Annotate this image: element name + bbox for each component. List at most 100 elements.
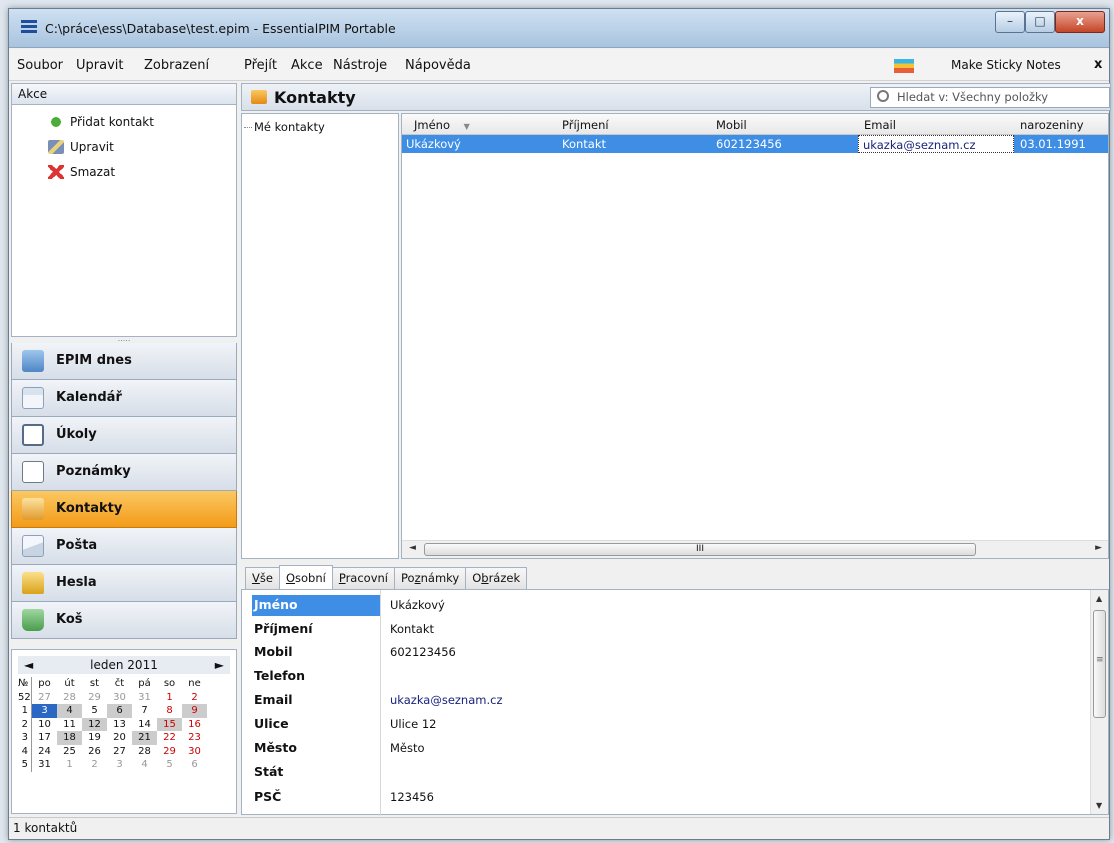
column-header-email[interactable]: Email: [864, 118, 896, 132]
calendar-day[interactable]: 12: [82, 717, 107, 731]
calendar-day[interactable]: 13: [107, 718, 132, 732]
scroll-up-icon[interactable]: ▲: [1096, 594, 1102, 603]
calendar-day[interactable]: 7: [132, 704, 157, 718]
calendar-day[interactable]: 18: [57, 731, 82, 745]
detail-label-telefon[interactable]: Telefon: [252, 666, 380, 687]
calendar-day[interactable]: 14: [132, 718, 157, 732]
calendar-day[interactable]: 25: [57, 745, 82, 759]
calendar-month-year[interactable]: leden 2011: [90, 658, 158, 672]
calendar-day[interactable]: 24: [32, 745, 57, 759]
calendar-day[interactable]: 26: [82, 745, 107, 759]
calendar-day[interactable]: 30: [182, 745, 207, 759]
title-bar[interactable]: C:\práce\ess\Database\test.epim - Essent…: [9, 9, 1109, 48]
horizontal-scrollbar[interactable]: ◄ III ►: [402, 540, 1108, 558]
detail-label-email[interactable]: Email: [252, 690, 380, 711]
detail-value-jmeno[interactable]: Ukázkový: [390, 595, 445, 615]
calendar-day[interactable]: 2: [82, 758, 107, 772]
calendar-day[interactable]: 1: [157, 691, 182, 705]
make-sticky-notes-button[interactable]: Make Sticky Notes: [951, 58, 1061, 72]
detail-label-ulice[interactable]: Ulice: [252, 714, 380, 735]
vertical-scroll-thumb[interactable]: ≡: [1093, 610, 1106, 718]
calendar-day[interactable]: 22: [157, 731, 182, 745]
detail-value-email[interactable]: ukazka@seznam.cz: [390, 690, 503, 710]
menu-prejit[interactable]: Přejít: [244, 58, 277, 73]
calendar-day[interactable]: 6: [107, 704, 132, 718]
calendar-day[interactable]: 29: [82, 691, 107, 705]
detail-label-mesto[interactable]: Město: [252, 738, 380, 759]
calendar-day[interactable]: 10: [32, 718, 57, 732]
calendar-day[interactable]: 23: [182, 731, 207, 745]
nav-hesla[interactable]: Hesla: [11, 565, 237, 602]
horizontal-scroll-thumb[interactable]: III: [424, 543, 976, 556]
calendar-day[interactable]: 28: [132, 745, 157, 759]
calendar-day[interactable]: 8: [157, 704, 182, 718]
calendar-day[interactable]: 17: [32, 731, 57, 745]
column-header-jmeno[interactable]: Jméno ▼: [414, 118, 470, 132]
menu-nastroje[interactable]: Nástroje: [333, 58, 387, 73]
tree-item-my-contacts[interactable]: Mé kontakty: [244, 120, 325, 134]
tab-pracovni[interactable]: Pracovní: [331, 567, 395, 589]
calendar-day[interactable]: 27: [32, 691, 57, 705]
detail-label-psc[interactable]: PSČ: [252, 787, 380, 808]
menu-zobrazeni[interactable]: Zobrazení: [144, 58, 209, 73]
nav-poznamky[interactable]: Poznámky: [11, 454, 237, 491]
add-contact-action[interactable]: Přidat kontakt: [12, 109, 236, 134]
calendar-day-selected[interactable]: 3: [32, 704, 57, 718]
calendar-day[interactable]: 27: [107, 745, 132, 759]
prev-month-button[interactable]: ◄: [24, 658, 33, 672]
calendar-day[interactable]: 4: [57, 704, 82, 718]
tab-vse[interactable]: Vše: [245, 567, 280, 589]
calendar-day[interactable]: 4: [132, 758, 157, 772]
column-header-narozeniny[interactable]: narozeniny: [1020, 118, 1084, 132]
detail-value-mesto[interactable]: Město: [390, 738, 425, 758]
sticky-notes-icon[interactable]: [894, 59, 914, 73]
nav-epim-dnes[interactable]: EPIM dnes: [11, 343, 237, 380]
calendar-day[interactable]: 30: [107, 691, 132, 705]
column-header-prijmeni[interactable]: Příjmení: [562, 118, 609, 132]
delete-action[interactable]: Smazat: [12, 159, 236, 184]
calendar-day[interactable]: 15: [157, 717, 182, 731]
next-month-button[interactable]: ►: [215, 658, 224, 672]
menu-akce[interactable]: Akce: [291, 58, 323, 73]
edit-action[interactable]: Upravit: [12, 134, 236, 159]
search-input[interactable]: Hledat v: Všechny položky: [870, 87, 1110, 108]
scroll-down-icon[interactable]: ▼: [1096, 801, 1102, 810]
detail-label-jmeno[interactable]: Jméno: [252, 595, 380, 616]
detail-label-mobil[interactable]: Mobil: [252, 642, 380, 663]
app-menu-icon[interactable]: [21, 20, 37, 34]
column-header-mobil[interactable]: Mobil: [716, 118, 747, 132]
tab-obrazek[interactable]: Obrázek: [465, 567, 528, 589]
close-button[interactable]: x: [1055, 11, 1105, 33]
minimize-button[interactable]: –: [995, 11, 1025, 33]
calendar-day[interactable]: 28: [57, 691, 82, 705]
calendar-day[interactable]: 11: [57, 718, 82, 732]
tab-poznamky[interactable]: Poznámky: [394, 567, 467, 589]
calendar-day[interactable]: 9: [182, 704, 207, 718]
menu-close-button[interactable]: x: [1094, 57, 1102, 72]
detail-value-mobil[interactable]: 602123456: [390, 642, 456, 662]
scroll-left-icon[interactable]: ◄: [409, 543, 416, 553]
calendar-day[interactable]: 21: [132, 731, 157, 745]
menu-upravit[interactable]: Upravit: [76, 58, 123, 73]
nav-kontakty[interactable]: Kontakty: [11, 491, 237, 528]
maximize-button[interactable]: □: [1025, 11, 1055, 33]
calendar-day[interactable]: 29: [157, 745, 182, 759]
nav-kos[interactable]: Koš: [11, 602, 237, 639]
table-row[interactable]: Ukázkový Kontakt 602123456 ukazka@seznam…: [402, 135, 1108, 153]
calendar-day[interactable]: 3: [107, 758, 132, 772]
calendar-day[interactable]: 20: [107, 731, 132, 745]
calendar-day[interactable]: 5: [82, 704, 107, 718]
calendar-day[interactable]: 2: [182, 691, 207, 705]
detail-label-prijmeni[interactable]: Příjmení: [252, 619, 380, 640]
detail-value-psc[interactable]: 123456: [390, 787, 434, 807]
calendar-day[interactable]: 19: [82, 731, 107, 745]
tab-osobni[interactable]: Osobní: [278, 565, 333, 589]
menu-napoveda[interactable]: Nápověda: [405, 58, 471, 73]
cell-email[interactable]: ukazka@seznam.cz: [858, 135, 1014, 153]
detail-value-ulice[interactable]: Ulice 12: [390, 714, 437, 734]
detail-value-prijmeni[interactable]: Kontakt: [390, 619, 434, 639]
calendar-day[interactable]: 16: [182, 718, 207, 732]
detail-label-stat[interactable]: Stát: [252, 762, 380, 783]
search-icon[interactable]: [877, 90, 889, 102]
nav-ukoly[interactable]: Úkoly: [11, 417, 237, 454]
